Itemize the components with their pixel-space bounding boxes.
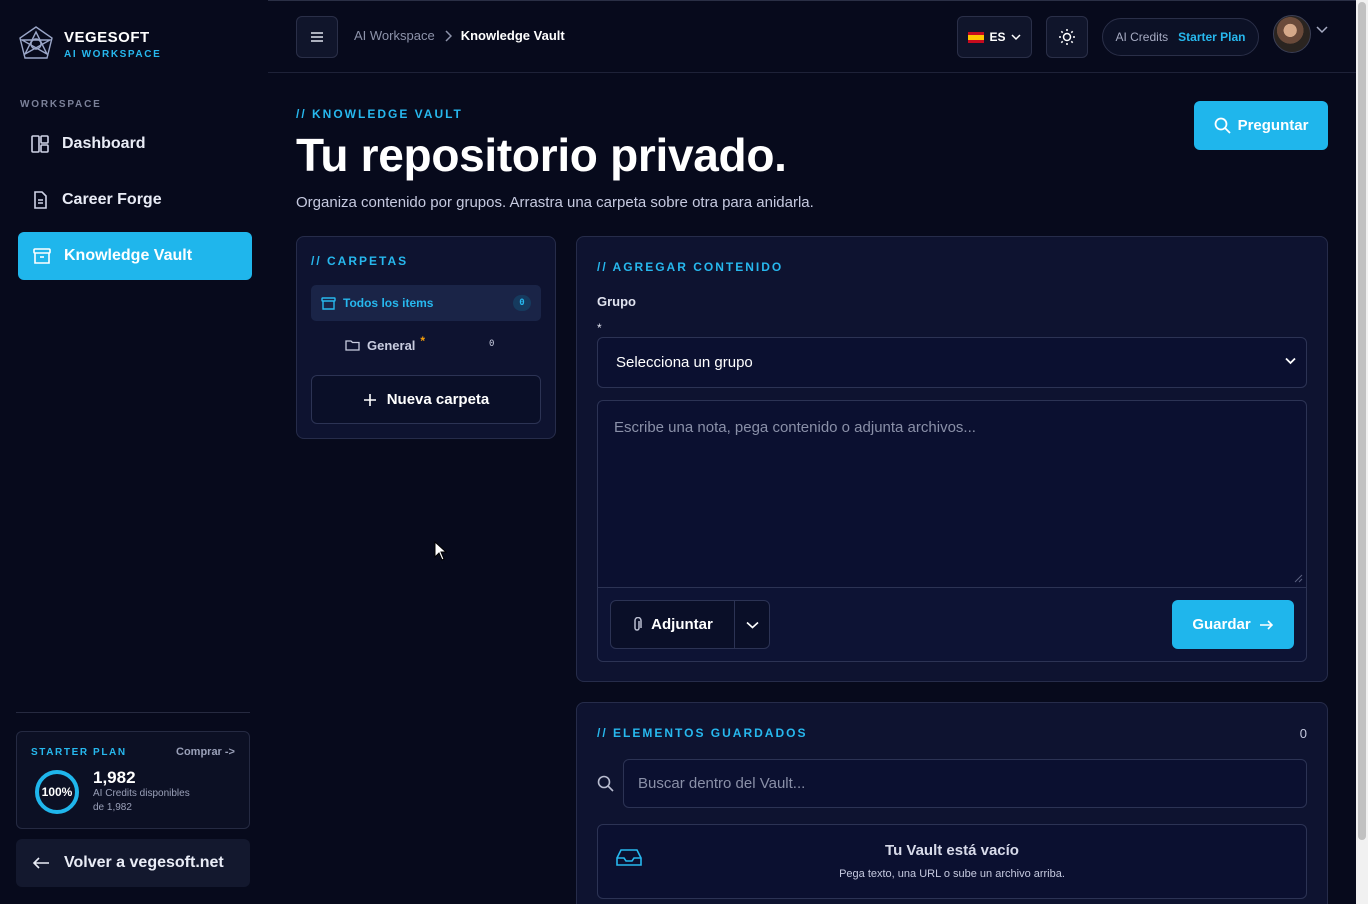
vault-search-input[interactable] [623, 759, 1307, 808]
ask-button-label: Preguntar [1237, 117, 1309, 134]
breadcrumb: AI Workspace Knowledge Vault [354, 28, 565, 43]
folder-all-items-label: Todos los items [343, 296, 434, 310]
new-folder-label: Nueva carpeta [386, 391, 490, 408]
required-mark: * [597, 321, 602, 335]
breadcrumb-knowledge-vault: Knowledge Vault [460, 28, 565, 43]
document-icon [30, 190, 50, 210]
folder-general[interactable]: General * [345, 333, 505, 357]
group-select-value: Selecciona un grupo [616, 354, 753, 371]
mouse-cursor-icon [434, 541, 448, 561]
default-folder-star: * [420, 334, 426, 348]
breadcrumb-ai-workspace[interactable]: AI Workspace [354, 28, 435, 43]
arrow-right-icon [1259, 619, 1273, 630]
attach-button[interactable]: Adjuntar [611, 601, 735, 648]
credits-caption: AI Credits disponibles [93, 788, 190, 799]
plan-title: STARTER PLAN [31, 747, 127, 758]
page-eyebrow: // KNOWLEDGE VAULT [296, 107, 463, 121]
credits-total: de 1,982 [93, 802, 132, 813]
archive-box-icon [321, 296, 336, 310]
top-header: AI Workspace Knowledge Vault ES AI Credi… [268, 0, 1356, 73]
workspace-section-label: WORKSPACE [20, 99, 102, 110]
add-content-panel: // AGREGAR CONTENIDO Grupo * Selecciona … [576, 236, 1328, 682]
page-title: Tu repositorio privado. [296, 129, 787, 181]
brand[interactable]: VEGESOFT AI WORKSPACE [16, 24, 161, 64]
paperclip-icon [634, 616, 642, 631]
note-textarea[interactable] [598, 401, 1306, 587]
plan-card: STARTER PLAN Comprar -> 100% 1,982 AI Cr… [16, 731, 250, 829]
arrow-left-icon [32, 856, 50, 870]
back-to-site-button[interactable]: Volver a vegesoft.net [16, 839, 250, 887]
language-selector[interactable]: ES [957, 16, 1032, 58]
empty-state: Tu Vault está vacío Pega texto, una URL … [597, 824, 1307, 899]
chevron-right-icon [444, 29, 452, 42]
chevron-down-icon [1285, 357, 1296, 365]
theme-toggle-button[interactable] [1046, 16, 1088, 58]
buy-credits-link[interactable]: Comprar -> [176, 746, 235, 758]
sidebar-item-label: Career Forge [62, 191, 162, 208]
credits-available-number: 1,982 [93, 768, 136, 787]
page-subtitle: Organiza contenido por grupos. Arrastra … [296, 194, 814, 211]
credits-percent: 100% [41, 785, 73, 799]
search-icon [1214, 117, 1231, 134]
empty-state-subtitle: Pega texto, una URL o sube un archivo ar… [839, 868, 1065, 880]
language-code: ES [989, 30, 1006, 44]
save-label: Guardar [1192, 616, 1251, 633]
group-select[interactable]: Selecciona un grupo [597, 337, 1307, 388]
attach-label: Adjuntar [651, 616, 713, 633]
sidebar-divider [16, 712, 250, 713]
resize-grip-icon[interactable] [1293, 573, 1303, 583]
sun-icon [1059, 29, 1075, 45]
folder-general-count: 0 [489, 339, 495, 349]
saved-items-title: // ELEMENTOS GUARDADOS [597, 726, 808, 740]
folders-panel: // CARPETAS Todos los items 0 General * … [296, 236, 556, 439]
folder-all-items[interactable]: Todos los items 0 [311, 285, 541, 321]
folder-count-badge: 0 [513, 295, 531, 311]
sidebar: VEGESOFT AI WORKSPACE WORKSPACE Dashboar… [0, 0, 268, 904]
folder-general-label: General [367, 337, 416, 353]
brand-subtitle: AI WORKSPACE [64, 48, 162, 60]
page-scrollbar[interactable] [1356, 0, 1368, 904]
folder-icon [345, 339, 360, 351]
plan-name-label: Starter Plan [1178, 30, 1246, 44]
new-folder-button[interactable]: Nueva carpeta [311, 375, 541, 424]
attach-dropdown-button[interactable] [735, 601, 769, 648]
hamburger-menu-icon [311, 32, 323, 42]
archive-box-icon [32, 246, 52, 266]
search-icon [597, 775, 614, 792]
spain-flag-icon [968, 31, 985, 43]
network-star-logo-icon [19, 26, 53, 59]
saved-items-panel: // ELEMENTOS GUARDADOS 0 Tu Vault está v… [576, 702, 1328, 904]
back-to-site-label: Volver a vegesoft.net [64, 854, 224, 871]
brand-name: VEGESOFT [64, 28, 150, 46]
user-avatar[interactable] [1273, 15, 1311, 53]
chevron-down-icon [745, 621, 759, 629]
note-editor-footer: Adjuntar Guardar [598, 587, 1306, 661]
sidebar-item-label: Knowledge Vault [64, 247, 193, 264]
note-editor: Adjuntar Guardar [597, 400, 1307, 662]
group-field-label: Grupo [597, 294, 636, 309]
sidebar-item-knowledge-vault[interactable]: Knowledge Vault [18, 232, 252, 280]
saved-items-count: 0 [1299, 726, 1307, 741]
attach-split-button: Adjuntar [610, 600, 770, 649]
folders-title: // CARPETAS [311, 254, 409, 268]
add-content-title: // AGREGAR CONTENIDO [597, 260, 784, 274]
dashboard-grid-icon [30, 134, 50, 154]
sidebar-item-career-forge[interactable]: Career Forge [18, 176, 252, 224]
empty-state-title: Tu Vault está vacío [885, 842, 1019, 859]
sidebar-item-label: Dashboard [62, 135, 146, 152]
ai-credits-label: AI Credits [1115, 30, 1169, 44]
plus-icon [363, 393, 376, 406]
chevron-down-icon [1010, 33, 1021, 40]
credits-plan-pill[interactable]: AI Credits Starter Plan [1102, 18, 1259, 56]
ask-button[interactable]: Preguntar [1194, 101, 1328, 150]
sidebar-item-dashboard[interactable]: Dashboard [18, 120, 252, 168]
chevron-down-icon[interactable] [1316, 26, 1328, 34]
save-button[interactable]: Guardar [1172, 600, 1294, 649]
menu-toggle-button[interactable] [296, 16, 338, 58]
scrollbar-thumb[interactable] [1358, 2, 1366, 840]
